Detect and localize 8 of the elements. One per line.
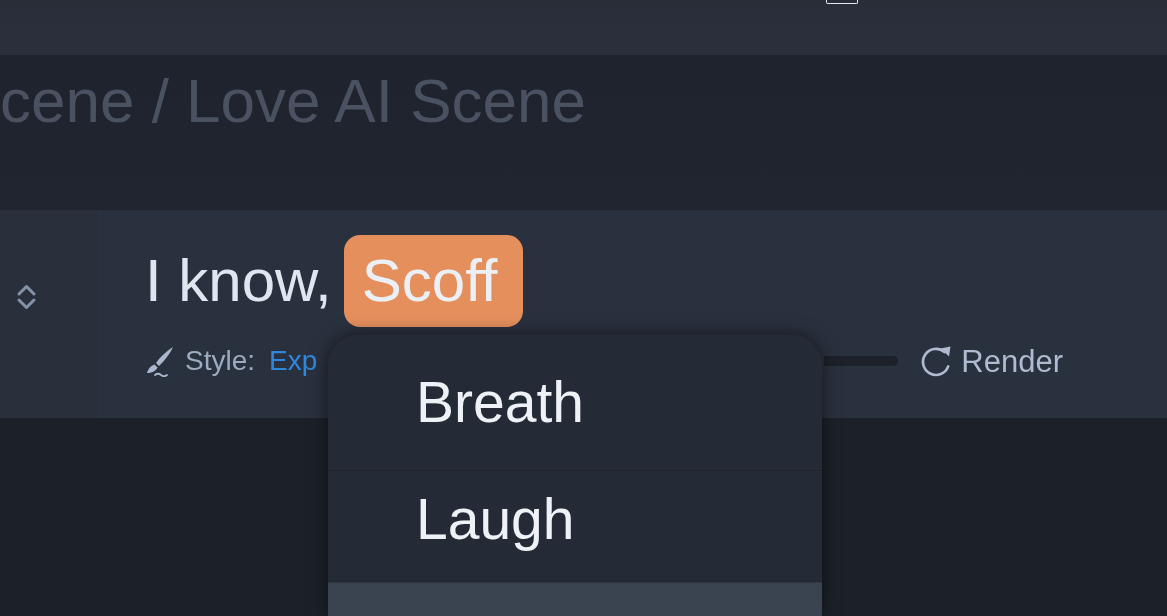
style-label: Style: xyxy=(185,347,256,375)
render-button[interactable]: Render xyxy=(920,344,1063,378)
menu-item[interactable]: Breath xyxy=(328,335,822,470)
brush-icon xyxy=(145,345,175,377)
style-link[interactable]: Exp xyxy=(269,347,318,375)
line-text: I know, xyxy=(145,251,332,311)
reorder-handle-icon[interactable] xyxy=(16,283,37,311)
refresh-icon xyxy=(920,344,953,378)
